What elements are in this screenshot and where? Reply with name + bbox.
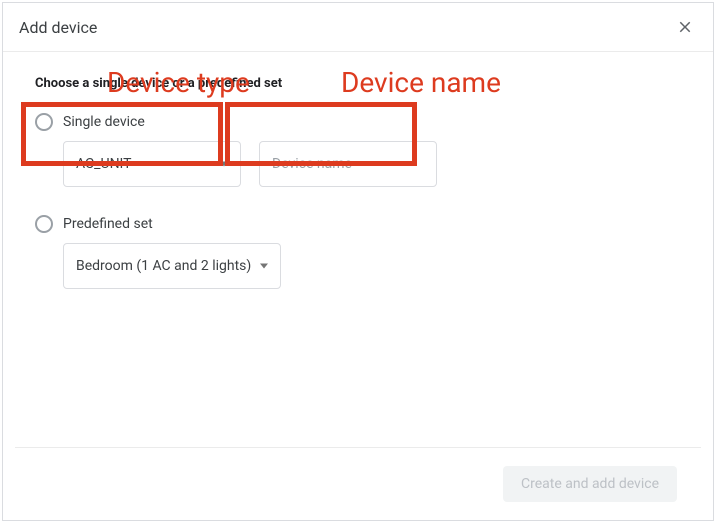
- radio-single-device[interactable]: [35, 113, 53, 131]
- option-single-device: Single device: [35, 113, 681, 131]
- add-device-dialog: Add device Choose a single device or a p…: [2, 2, 714, 521]
- device-type-value: AC_UNIT: [76, 156, 132, 172]
- option-predefined-set: Predefined set: [35, 215, 681, 233]
- dialog-header: Add device: [3, 3, 713, 52]
- dialog-title: Add device: [19, 18, 97, 37]
- section-heading: Choose a single device or a predefined s…: [35, 76, 681, 91]
- predefined-set-select[interactable]: Bedroom (1 AC and 2 lights): [63, 243, 281, 289]
- predefined-set-value: Bedroom (1 AC and 2 lights): [76, 258, 251, 274]
- close-button[interactable]: [673, 15, 697, 39]
- option-single-label: Single device: [63, 114, 145, 130]
- chevron-down-icon: [260, 264, 268, 269]
- predefined-controls: Bedroom (1 AC and 2 lights): [63, 243, 681, 289]
- single-device-controls: AC_UNIT: [63, 141, 681, 187]
- dialog-footer: Create and add device: [15, 447, 701, 520]
- dialog-body: Choose a single device or a predefined s…: [3, 52, 713, 447]
- device-name-input[interactable]: [259, 141, 437, 187]
- option-predefined-label: Predefined set: [63, 216, 153, 232]
- create-and-add-device-button[interactable]: Create and add device: [503, 466, 677, 502]
- radio-predefined-set[interactable]: [35, 215, 53, 233]
- close-icon: [676, 18, 694, 36]
- device-type-select[interactable]: AC_UNIT: [63, 141, 241, 187]
- chevron-down-icon: [220, 162, 228, 167]
